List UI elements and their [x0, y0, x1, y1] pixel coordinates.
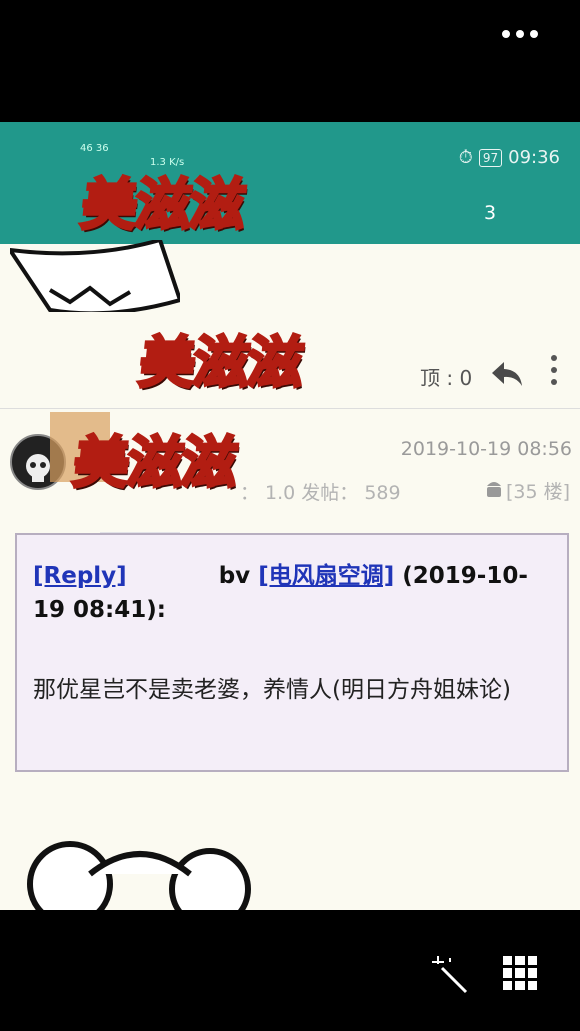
- username-suffix: bv: [218, 563, 251, 589]
- grid-icon[interactable]: [503, 956, 537, 990]
- viewer-top-bar: [0, 0, 580, 122]
- battery-indicator: 97: [478, 148, 503, 167]
- menu-icon[interactable]: [548, 354, 560, 386]
- status-right: ⏱ 97 09:36: [459, 147, 560, 168]
- tab-count[interactable]: 3: [484, 202, 496, 224]
- reply-link[interactable]: [Reply]: [33, 563, 127, 589]
- quote-body: 那优星岂不是卖老婆，养情人(明日方舟姐妹论): [33, 677, 511, 703]
- android-icon: [487, 482, 501, 497]
- sticker-text: 美滋滋: [69, 430, 241, 498]
- floor-number: [35 楼]: [506, 481, 571, 503]
- reply-icon[interactable]: [490, 358, 524, 388]
- sticker-text: 美滋滋: [135, 330, 307, 398]
- magic-wand-icon[interactable]: [430, 954, 470, 994]
- viewer-bottom-bar: [0, 910, 580, 1031]
- divider: [0, 408, 580, 409]
- more-options-icon[interactable]: [502, 30, 540, 42]
- alarm-icon: ⏱: [458, 147, 473, 168]
- quote-header: [Reply] bv [电风扇空调] (2019-10-19 08:41):: [33, 559, 553, 627]
- quote-block: [Reply] bv [电风扇空调] (2019-10-19 08:41): 那…: [15, 533, 569, 772]
- post-meta: ： 1.0 发帖： 589: [240, 482, 401, 504]
- cartoon-fragment-icon: [10, 240, 180, 312]
- clock: 09:36: [508, 147, 560, 168]
- screenshot-content: 46 36 1.3 K/s ⏱ 97 09:36 3 美滋滋 美滋滋 顶 : 0…: [0, 122, 580, 910]
- sticker-text: 美滋滋: [77, 172, 249, 240]
- cartoon-icon: [27, 841, 251, 910]
- post-date: 2019-10-19 08:56: [400, 438, 572, 460]
- network-indicator: 46 36: [80, 143, 109, 154]
- upvote-count[interactable]: 顶 : 0: [420, 362, 472, 391]
- forum-link[interactable]: [电风扇空调]: [258, 563, 394, 589]
